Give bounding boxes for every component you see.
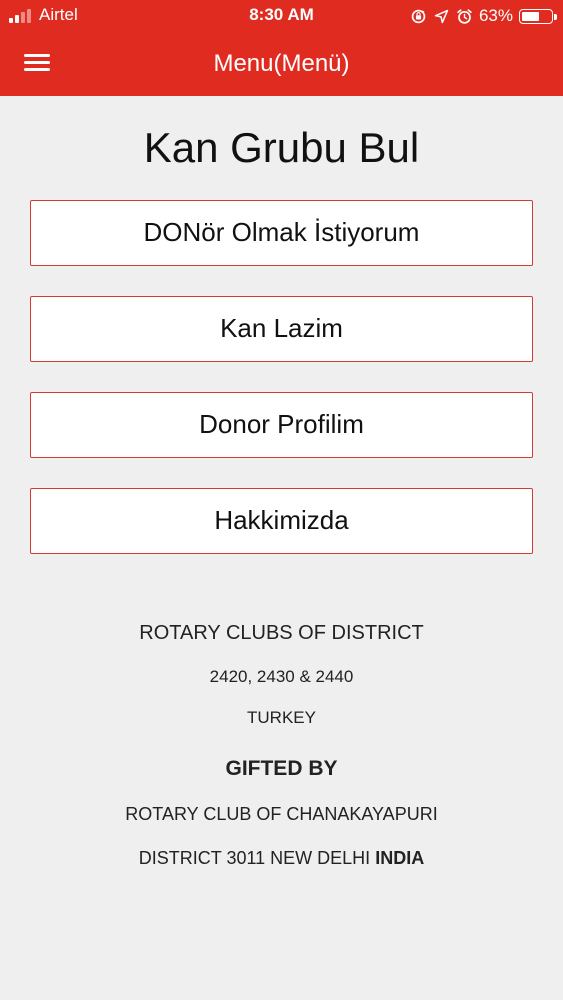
footer-country: TURKEY — [247, 708, 316, 727]
location-arrow-icon — [434, 9, 449, 23]
footer-districts: 2420, 2430 & 2440 — [209, 667, 354, 686]
donor-profile-button[interactable]: Donor Profilim — [30, 392, 533, 458]
footer-district-line: DISTRICT 3011 NEW DELHI INDIA — [0, 846, 563, 870]
app-header: Airtel 8:30 AM 63% Menu(Menü) — [0, 0, 563, 96]
footer-country-india: INDIA — [375, 848, 425, 868]
need-blood-button[interactable]: Kan Lazim — [30, 296, 533, 362]
footer-district-text: DISTRICT 3011 NEW DELHI — [138, 848, 371, 868]
status-bar: Airtel 8:30 AM 63% — [0, 0, 563, 32]
app-screen: Airtel 8:30 AM 63% Menu(Menü) Kan Grubu … — [0, 0, 563, 1000]
battery-icon — [519, 8, 557, 24]
footer-rotary-clubs: ROTARY CLUBS OF DISTRICT — [139, 622, 424, 644]
about-us-button[interactable]: Hakkimizda — [30, 488, 533, 554]
screen-rotation-lock-icon — [411, 9, 426, 23]
status-icons: 63% — [410, 5, 557, 27]
nav-title: Menu(Menü) — [213, 50, 350, 77]
nav-bar: Menu(Menü) — [0, 32, 563, 96]
battery-percent: 63% — [478, 6, 513, 25]
become-donor-button[interactable]: DONör Olmak İstiyorum — [30, 200, 533, 266]
page-title: Kan Grubu Bul — [143, 124, 420, 171]
battery-level-fill — [522, 11, 539, 21]
alarm-icon — [457, 8, 472, 24]
footer-gifted-by: GIFTED BY — [225, 757, 338, 780]
footer-club-name: ROTARY CLUB OF CHANAKAYAPURI — [125, 804, 438, 824]
